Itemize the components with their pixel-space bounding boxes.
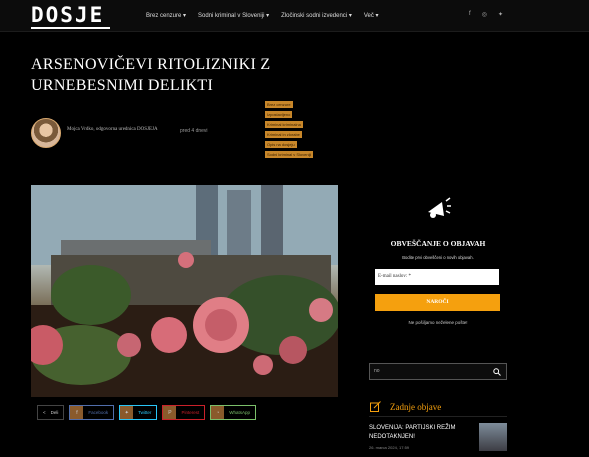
article-hero-image [31,185,338,397]
share-pinterest-button[interactable]: P Pinterest [162,405,206,420]
share-whatsapp-button[interactable]: ◔ WhatsApp [210,405,256,420]
article-date: pred 4 dnevi [180,128,208,134]
share-icon: < [43,410,46,415]
author-avatar[interactable] [31,118,61,148]
nav-item-vec[interactable]: Več ▾ [364,12,379,19]
chevron-down-icon: ▾ [183,13,187,19]
logo-underline [31,27,110,29]
author-name[interactable]: Mojca Vrdko, odgovorna urednica DOSJEJA [67,126,167,134]
share-bar: < Deli f Facebook ✦ Twitter P Pinterest ◔ Wha… [37,405,256,420]
tag-link[interactable]: Kriminal kriminalna [265,121,303,128]
nav-item-zlocinski-izvedenci[interactable]: Zločinski sodni izvedenci ▾ [281,12,352,19]
nospam-text: Ne pošiljamo neželene pošte! [408,320,468,325]
tag-link[interactable]: Brez cenzure [265,101,293,108]
top-navigation-bar: DOSJE Brez cenzure ▾ Sodni kriminal v Sl… [0,0,589,32]
chevron-down-icon: ▾ [348,13,352,19]
article-tags: Brez cenzure Izpostavljeno Kriminal krim… [265,101,314,158]
tag-link[interactable]: Opis na dosjeju [265,141,297,148]
share-facebook-button[interactable]: f Facebook [69,405,115,420]
tag-link[interactable]: Kriminal in zlorabe [265,131,302,138]
article-title: ARSENOVIČEVI RITOLIZNIKI Z URNEBESNIMI D… [31,56,271,94]
social-links: f ◎ ✦ [469,11,503,18]
roses-photo [31,185,338,397]
email-field[interactable]: E-mail naslov: * [375,269,499,285]
instagram-icon[interactable]: ◎ [482,11,487,18]
recent-post-thumbnail[interactable] [479,423,507,451]
megaphone-icon [428,197,451,218]
search-value: no [374,368,380,374]
whatsapp-icon: ◔ [211,406,225,419]
subscribe-button[interactable]: NAROČI [375,294,500,311]
subscribe-text: Bodite prvi obveščeni o novih objavah. [402,255,474,260]
twitter-icon: ✦ [120,406,134,419]
facebook-icon[interactable]: f [469,11,471,18]
main-nav: Brez cenzure ▾ Sodni kriminal v Slovenij… [146,12,379,19]
tag-link[interactable]: Izpostavljeno [265,111,293,118]
tag-link[interactable]: Sodni kriminal v Sloveniji [265,151,314,158]
chevron-down-icon: ▾ [266,13,270,19]
divider [369,416,507,417]
twitter-icon[interactable]: ✦ [498,11,503,18]
search-icon[interactable] [493,368,501,376]
facebook-icon: f [70,406,84,419]
share-count-button[interactable]: < Deli [37,405,65,420]
search-input[interactable]: no [369,363,507,380]
recent-post-title[interactable]: SLOVENIJA: PARTIJSKI REŽIM NEDOTAKNJEN! [369,424,469,442]
chevron-down-icon: ▾ [375,13,379,19]
recent-post-date: 26. marca 2024, 17:59 [369,445,410,450]
site-logo[interactable]: DOSJE [31,5,104,26]
subscribe-widget: OBVEŠČANJE O OBJAVAH Bodite prvi obvešče… [368,196,508,260]
nav-item-sodni-kriminal[interactable]: Sodni kriminal v Sloveniji ▾ [198,12,269,19]
recent-posts-title: Zadnje objave [390,402,442,412]
subscribe-title: OBVEŠČANJE O OBJAVAH [390,239,486,248]
share-twitter-button[interactable]: ✦ Twitter [119,405,158,420]
nav-item-brez-cenzure[interactable]: Brez cenzure ▾ [146,12,186,19]
pinterest-icon: P [163,406,177,419]
edit-icon [370,401,381,412]
